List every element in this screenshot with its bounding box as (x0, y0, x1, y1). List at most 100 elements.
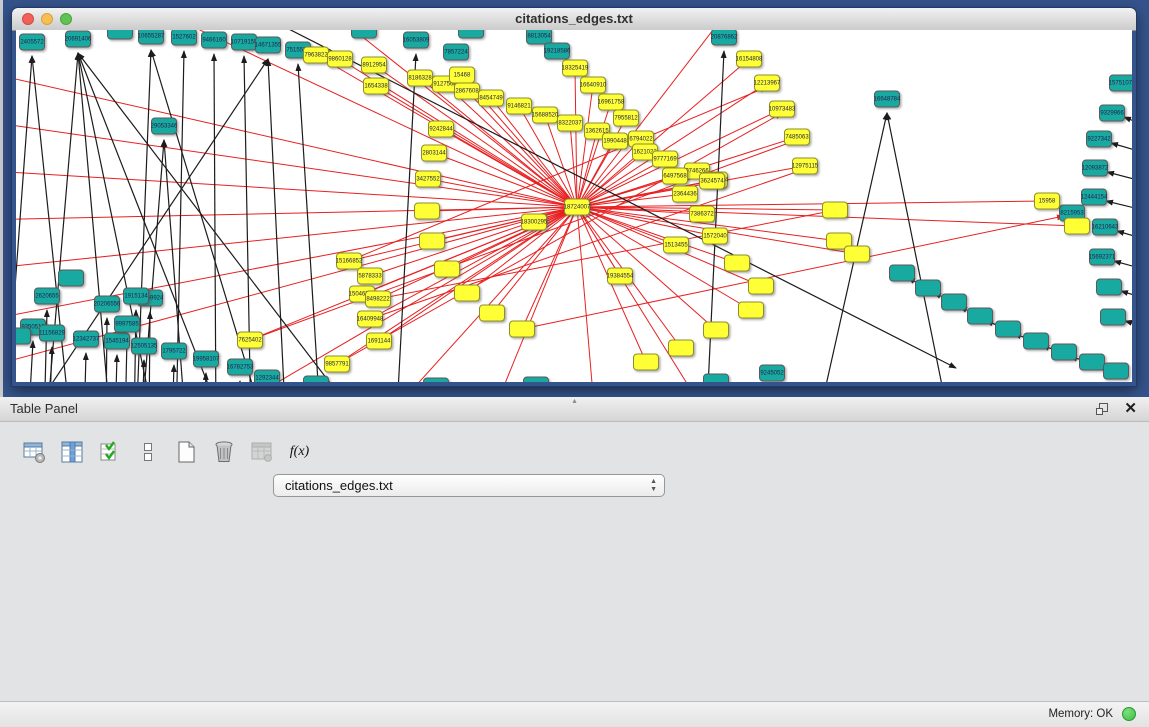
network-node[interactable]: 16154808 (736, 51, 762, 68)
network-node[interactable]: 9997585 (114, 316, 140, 333)
network-node[interactable]: 12975115 (792, 158, 818, 175)
network-node[interactable] (1096, 279, 1122, 296)
network-node[interactable]: 8454749 (478, 90, 504, 107)
minimize-window-icon[interactable] (41, 13, 53, 25)
network-node[interactable]: 16053809 (403, 32, 429, 49)
network-node[interactable] (509, 321, 535, 338)
network-node[interactable]: 9860128 (327, 51, 353, 68)
network-node[interactable]: 11156829 (39, 325, 65, 342)
float-panel-icon[interactable] (1095, 402, 1109, 416)
network-node[interactable] (967, 308, 993, 325)
network-node[interactable] (1103, 363, 1129, 380)
network-node[interactable]: 9857791 (324, 356, 350, 373)
network-node[interactable]: 8912954 (361, 57, 387, 74)
new-table-icon[interactable] (172, 437, 199, 467)
network-node[interactable]: 7485063 (784, 129, 810, 146)
select-attributes-icon[interactable] (96, 437, 123, 467)
network-node[interactable]: 9245052 (759, 365, 785, 382)
network-node[interactable]: 1292344 (254, 370, 280, 383)
function-builder-icon[interactable]: f(x) (286, 437, 313, 467)
network-node[interactable]: 9329966 (1099, 105, 1125, 122)
network-node[interactable]: 16961758 (598, 94, 624, 111)
network-node[interactable]: 15751074 (1109, 75, 1132, 92)
import-table-icon[interactable] (248, 437, 275, 467)
network-node[interactable]: 9466160 (201, 32, 227, 49)
network-node[interactable]: 19384554 (607, 268, 633, 285)
network-node[interactable]: 7386372 (689, 206, 715, 223)
network-node[interactable]: 16782753 (227, 359, 253, 376)
network-node[interactable]: 7963822 (303, 47, 329, 64)
network-canvas[interactable]: 2405572206914061065528715276029466160107… (16, 30, 1132, 382)
network-node[interactable]: 12444154 (1081, 189, 1107, 206)
network-node[interactable]: 8322037 (557, 115, 583, 132)
network-node[interactable] (995, 321, 1021, 338)
network-node[interactable] (414, 203, 440, 220)
network-node[interactable]: 14671355 (255, 37, 281, 54)
network-node[interactable]: 29053346 (151, 118, 177, 135)
network-node[interactable]: 9146821 (506, 98, 532, 115)
network-node[interactable]: 12505135 (131, 338, 157, 355)
network-node[interactable]: 15688520 (532, 107, 558, 124)
network-node[interactable]: 2364436 (672, 186, 698, 203)
network-node[interactable]: 15958 (1034, 193, 1060, 210)
network-node[interactable] (1100, 309, 1126, 326)
network-node[interactable] (822, 202, 848, 219)
network-node[interactable] (1023, 333, 1049, 350)
network-node[interactable] (523, 377, 549, 383)
row-height-icon[interactable] (134, 437, 161, 467)
close-window-icon[interactable] (22, 13, 34, 25)
network-node[interactable] (419, 233, 445, 250)
network-node[interactable] (889, 265, 915, 282)
network-node[interactable]: 1990448 (602, 133, 628, 150)
network-node[interactable]: 16640910 (580, 77, 606, 94)
close-panel-icon[interactable]: ✕ (1124, 399, 1137, 419)
network-node[interactable]: 7955812 (613, 110, 639, 127)
network-node[interactable]: 16409948 (357, 311, 383, 328)
network-node[interactable]: 12342737 (73, 331, 99, 348)
network-node[interactable]: 3427552 (415, 171, 441, 188)
network-node[interactable] (1051, 344, 1077, 361)
network-node[interactable]: 10655287 (138, 30, 164, 45)
network-node[interactable]: 9227342 (1086, 131, 1112, 148)
network-node[interactable] (423, 378, 449, 383)
network-node[interactable]: 18325419 (562, 60, 588, 77)
network-node[interactable] (434, 261, 460, 278)
network-node[interactable]: 15166852 (336, 253, 362, 270)
zoom-window-icon[interactable] (60, 13, 72, 25)
network-node[interactable]: 20691406 (65, 31, 91, 48)
network-node[interactable] (941, 294, 967, 311)
network-node[interactable]: 15468 (449, 67, 475, 84)
network-node[interactable]: 8498222 (365, 291, 391, 308)
network-node[interactable]: 2405572 (19, 34, 45, 51)
network-node[interactable]: 8186328 (407, 70, 433, 87)
network-node[interactable]: 12093872 (1082, 160, 1108, 177)
network-node[interactable] (16, 328, 31, 345)
network-node[interactable]: 16210643 (1092, 219, 1118, 236)
network-node[interactable] (303, 376, 329, 383)
network-node[interactable]: 2867608 (454, 83, 480, 100)
network-node[interactable]: 20876862 (711, 30, 737, 46)
network-node[interactable]: 1513455 (663, 237, 689, 254)
network-node[interactable] (668, 340, 694, 357)
delete-table-icon[interactable] (210, 437, 237, 467)
network-node[interactable] (351, 30, 377, 39)
network-node[interactable]: 15692371 (1089, 249, 1115, 266)
network-node[interactable]: 7625402 (237, 332, 263, 349)
network-node[interactable] (107, 30, 133, 40)
network-node[interactable]: 18300295 (521, 214, 547, 231)
network-node[interactable] (633, 354, 659, 371)
network-node[interactable]: 1691144 (366, 333, 392, 350)
network-node[interactable]: 12213967 (754, 75, 780, 92)
network-node[interactable] (58, 270, 84, 287)
network-node[interactable] (454, 285, 480, 302)
network-node[interactable]: 7857224 (443, 44, 469, 61)
network-node[interactable]: 20206556 (94, 296, 120, 313)
network-node[interactable] (915, 280, 941, 297)
column-chooser-icon[interactable] (58, 437, 85, 467)
network-node[interactable] (703, 322, 729, 339)
network-node[interactable]: 1572040 (702, 228, 728, 245)
network-node[interactable] (738, 302, 764, 319)
network-window-titlebar[interactable]: citations_edges.txt (12, 8, 1136, 31)
network-node[interactable]: 2620655 (34, 288, 60, 305)
table-settings-icon[interactable] (20, 437, 47, 467)
